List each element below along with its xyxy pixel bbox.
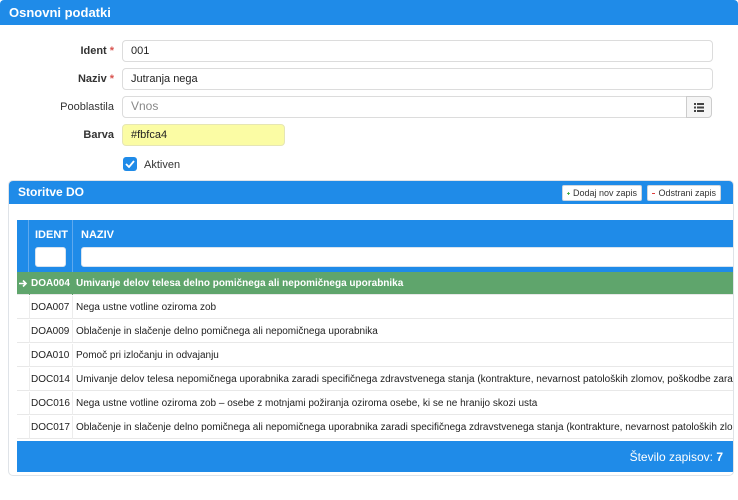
table-row[interactable]: DOC017 Oblačenje in slačenje delno pomičn…	[17, 416, 734, 439]
required-mark: *	[109, 73, 114, 85]
list-icon	[694, 102, 704, 112]
cell-naziv: Oblačenje in slačenje delno pomičnega al…	[76, 422, 734, 433]
cell-ident: DOC014	[29, 368, 73, 391]
form-row-ident: Ident *	[0, 40, 738, 62]
minus-icon	[652, 192, 656, 194]
cell-ident: DOA009	[29, 320, 73, 343]
table-row[interactable]: DOA010 Pomoč pri izločanju in odvajanju	[17, 344, 733, 367]
remove-record-label: Odstrani zapis	[658, 188, 716, 198]
table-row[interactable]: DOA007 Nega ustne votline oziroma zob	[17, 296, 733, 319]
section-header-osnovni-podatki: Osnovni podatki	[0, 0, 738, 25]
ident-label: Ident *	[80, 45, 114, 57]
row-marker	[17, 296, 29, 319]
cell-ident: DOA007	[29, 296, 73, 319]
table-row[interactable]: DOC014 Umivanje delov telesa nepomičnega …	[17, 368, 734, 391]
pooblastila-input[interactable]	[122, 96, 687, 118]
column-header-ident[interactable]: IDENT	[29, 220, 73, 272]
grid-header: IDENT NAZIV	[17, 220, 733, 272]
cell-naziv: Umivanje delov telesa nepomičnega uporab…	[76, 374, 734, 385]
table-row[interactable]: DOC016 Nega ustne votline oziroma zob – o…	[17, 392, 733, 415]
form-row-pooblastila: Pooblastila	[0, 96, 738, 118]
pooblastila-lookup-button[interactable]	[686, 96, 712, 118]
cell-naziv: Nega ustne votline oziroma zob	[76, 302, 217, 313]
form-row-barva: Barva	[0, 124, 738, 146]
row-marker	[17, 416, 29, 439]
row-marker	[17, 320, 29, 343]
add-record-button[interactable]: Dodaj nov zapis	[562, 185, 642, 201]
grid-footer: Število zapisov: 7	[17, 441, 733, 472]
plus-icon	[567, 191, 570, 195]
check-icon	[125, 160, 135, 168]
cell-naziv: Nega ustne votline oziroma zob – osebe z…	[76, 398, 538, 409]
row-marker	[17, 344, 29, 367]
naziv-label: Naziv *	[77, 73, 114, 85]
aktiven-label: Aktiven	[144, 159, 181, 171]
barva-label: Barva	[83, 129, 114, 141]
row-marker	[17, 392, 29, 415]
section-title: Osnovni podatki	[9, 5, 111, 20]
table-row[interactable]: DOA009 Oblačenje in slačenje delno pomičn…	[17, 320, 733, 343]
cell-ident: DOA010	[29, 344, 73, 367]
record-count-value: 7	[716, 450, 723, 464]
column-header-naziv[interactable]: NAZIV	[81, 229, 114, 241]
storitve-panel: Storitve DO Dodaj nov zapis Odstrani zap…	[8, 180, 734, 476]
ident-input[interactable]	[122, 40, 713, 62]
arrow-right-icon	[18, 279, 27, 288]
cell-ident: DOA004	[29, 272, 73, 295]
cell-naziv: Umivanje delov telesa delno pomičnega al…	[76, 278, 404, 289]
form-row-naziv: Naziv *	[0, 68, 738, 90]
add-record-label: Dodaj nov zapis	[572, 188, 637, 198]
naziv-filter-input[interactable]	[81, 247, 733, 267]
required-mark: *	[109, 45, 114, 57]
row-marker	[17, 272, 29, 295]
barva-input[interactable]	[122, 124, 285, 146]
column-header-ident-label: IDENT	[35, 229, 68, 241]
aktiven-checkbox[interactable]	[123, 157, 137, 171]
storitve-grid: IDENT NAZIV DOA004 Umivanje delov telesa …	[17, 220, 734, 472]
naziv-input[interactable]	[122, 68, 713, 90]
pooblastila-label: Pooblastila	[60, 101, 114, 113]
table-row[interactable]: DOA004 Umivanje delov telesa delno pomičn…	[17, 272, 733, 295]
cell-ident: DOC017	[29, 416, 73, 439]
cell-naziv: Oblačenje in slačenje delno pomičnega al…	[76, 326, 378, 337]
ident-filter-input[interactable]	[35, 247, 66, 267]
row-marker-column-header	[17, 220, 29, 272]
cell-naziv: Pomoč pri izločanju in odvajanju	[76, 350, 219, 361]
cell-ident: DOC016	[29, 392, 73, 415]
record-count-label: Število zapisov:	[629, 450, 713, 464]
remove-record-button[interactable]: Odstrani zapis	[647, 185, 721, 201]
record-count: Število zapisov: 7	[630, 450, 723, 464]
row-marker	[17, 368, 29, 391]
storitve-panel-header: Storitve DO Dodaj nov zapis Odstrani zap…	[9, 181, 733, 204]
storitve-panel-title: Storitve DO	[18, 185, 85, 199]
